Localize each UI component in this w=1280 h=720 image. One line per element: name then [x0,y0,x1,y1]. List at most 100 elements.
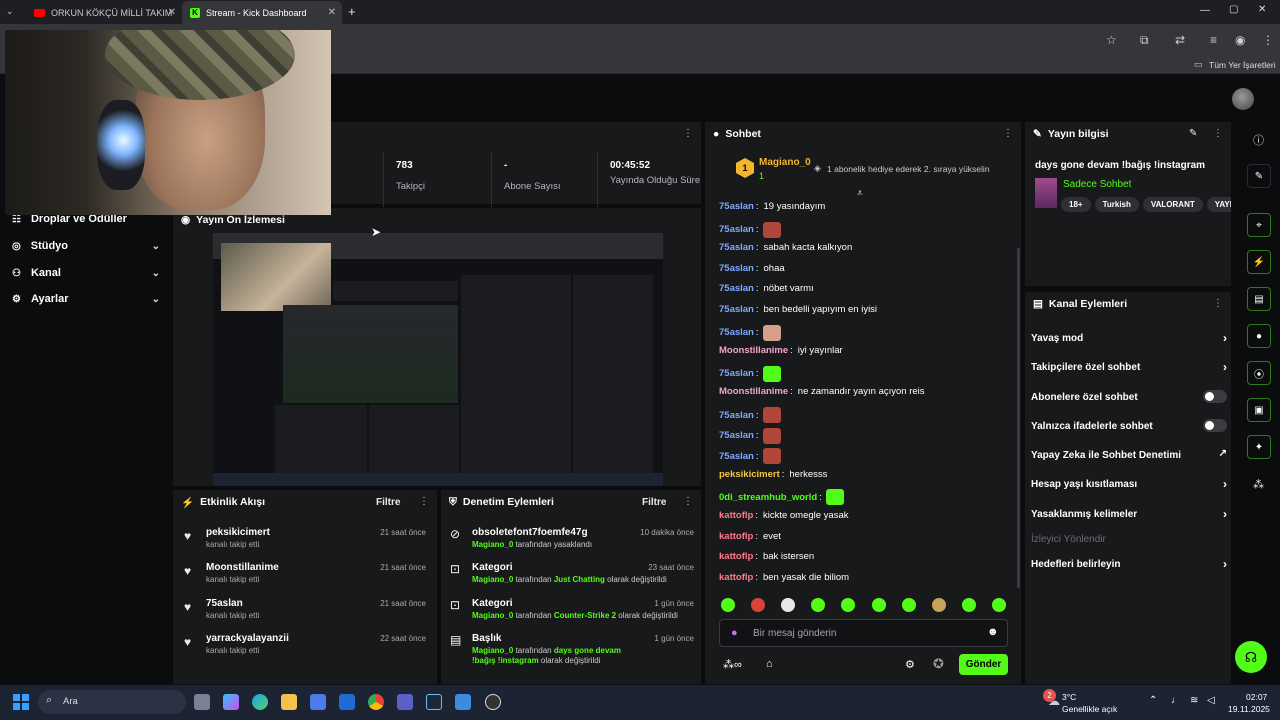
chat-username[interactable]: Moonstillanime [719,386,788,397]
chat-username[interactable]: 75aslan [719,368,754,379]
chat-scrollbar[interactable] [1017,248,1020,588]
minimize-icon[interactable]: — [1200,5,1210,16]
sidebar-item-studio[interactable]: ◎ Stüdyo ⌄ [12,240,160,252]
obs-icon[interactable] [485,694,501,710]
more-options-icon[interactable]: ⋮ [683,128,693,139]
clock-date[interactable]: 19.11.2025 [1228,704,1270,714]
rail-broadcast-button[interactable]: ⦿ [1247,361,1271,385]
photos-icon[interactable] [455,694,471,710]
channel-action-row[interactable]: Takipçilere özel sohbet › [1031,360,1227,374]
more-options-icon[interactable]: ⋮ [1213,298,1223,309]
channel-action-row[interactable]: Yasaklanmış kelimeler › [1031,507,1227,521]
maximize-icon[interactable]: ▢ [1229,4,1238,15]
new-tab-button[interactable]: + [348,4,356,19]
chat-username[interactable]: peksikicimert [719,469,780,480]
file-explorer-icon[interactable] [281,694,297,710]
clock-time[interactable]: 02:07 [1246,692,1267,702]
chat-input-box[interactable]: ● Bir mesaj gönderin ☻ [719,619,1008,647]
user-avatar[interactable] [1232,88,1254,110]
toggle-switch[interactable] [1203,390,1227,403]
quick-emote-button[interactable] [961,598,976,612]
close-window-icon[interactable]: ✕ [1258,4,1266,15]
copilot-icon[interactable] [223,694,239,710]
chat-input-placeholder[interactable]: Bir mesaj gönderin [753,628,836,639]
chat-username[interactable]: 75aslan [719,263,754,274]
moderation-actor[interactable]: Magiano_0 [472,540,513,549]
toggle-switch[interactable] [1203,419,1227,432]
profile-icon[interactable]: ◉ [1235,33,1245,47]
quick-emote-button[interactable] [721,598,735,612]
info-icon[interactable]: ⓘ [1253,132,1264,148]
support-chat-button[interactable]: ☊ [1235,641,1267,673]
channel-action-row[interactable]: Abonelere özel sohbet [1031,390,1227,403]
tab-close-icon[interactable]: ✕ [168,7,176,18]
quick-emote-button[interactable] [931,598,946,612]
teams-icon[interactable] [397,694,413,710]
activity-filter-button[interactable]: Filtre [376,497,400,508]
collapse-icon[interactable]: ⩡ [857,188,863,199]
more-options-icon[interactable]: ⋮ [419,496,429,507]
pinned-gift-banner[interactable]: 1 Magiano_0 1 ◈ 1 abonelik hediye ederek… [712,150,1014,199]
points-icon[interactable]: ⁂∞ [723,658,742,671]
edit-icon[interactable]: ✎ [1189,128,1197,139]
quick-emote-button[interactable] [901,598,916,612]
tab-search-dropdown[interactable]: ⌄ [6,6,14,17]
rail-chat-button[interactable]: ● [1247,324,1271,348]
chat-settings-icon[interactable]: ⚙ [905,658,915,671]
send-button[interactable]: Gönder [959,654,1008,675]
chat-username[interactable]: 75aslan [719,410,754,421]
tray-chevron-icon[interactable]: ⌃ [1149,695,1157,706]
edge-icon[interactable] [252,694,268,710]
wifi-icon[interactable]: ≋ [1190,695,1198,706]
quick-emote-button[interactable] [871,598,886,612]
channel-action-row[interactable]: Yavaş mod › [1031,331,1227,345]
mic-tray-icon[interactable]: ♩ [1171,695,1181,706]
chat-username[interactable]: kattoflp [719,531,753,542]
moderation-actor[interactable]: Magiano_0 [472,646,513,655]
media-icon[interactable]: ≡ [1210,33,1217,47]
taskview-icon[interactable] [194,694,210,710]
chat-username[interactable]: 75aslan [719,430,754,441]
more-options-icon[interactable]: ⋮ [1213,128,1223,139]
chat-username[interactable]: kattoflp [719,551,753,562]
store-icon[interactable]: ⌂ [766,658,773,670]
microphone-icon[interactable]: ● [731,627,738,639]
chat-username[interactable]: kattoflp [719,510,753,521]
rail-edit-button[interactable]: ✎ [1247,164,1271,188]
channel-action-row[interactable]: Yalnızca ifadelerle sohbet [1031,419,1227,432]
quick-emote-button[interactable] [751,598,766,612]
weather-icon[interactable]: ☁ [1048,694,1060,708]
pinned-user[interactable]: Magiano_0 [759,157,811,168]
chat-username[interactable]: 75aslan [719,304,754,315]
moderation-filter-button[interactable]: Filtre [642,497,666,508]
stream-preview-video[interactable] [213,233,663,486]
channel-action-row[interactable]: Hedefleri belirleyin › [1031,557,1227,571]
bookmark-star-icon[interactable]: ☆ [1106,33,1117,47]
sidebar-item-settings[interactable]: ⚙ Ayarlar ⌄ [12,293,160,305]
tab-kick-dashboard[interactable]: K Stream - Kick Dashboard ✕ [182,1,342,24]
rail-more-icon[interactable]: ⁂ [1253,478,1264,491]
more-options-icon[interactable]: ⋮ [1003,128,1013,139]
tab-close-icon[interactable]: ✕ [328,7,336,18]
chrome-icon[interactable] [368,694,384,710]
chat-username[interactable]: 75aslan [719,242,754,253]
moderator-icon[interactable]: ✪ [933,656,944,672]
extensions-icon[interactable]: ⧉ [1140,33,1149,48]
store-app-icon[interactable] [310,694,326,710]
all-bookmarks-link[interactable]: Tüm Yer İşaretleri [1209,60,1276,70]
chat-username[interactable]: kattoflp [719,572,753,583]
more-options-icon[interactable]: ⋮ [683,496,693,507]
taskbar-search[interactable]: ⌕ Ara [38,690,186,714]
volume-icon[interactable]: ◁ [1207,695,1215,706]
chat-username[interactable]: 0di_streamhub_world [719,492,817,503]
sidebar-item-channel[interactable]: ⚇ Kanal ⌄ [12,267,160,279]
moderation-actor[interactable]: Magiano_0 [472,575,513,584]
tab-youtube[interactable]: ORKUN KÖKÇÜ MİLLİ TAKIMDA ✕ [26,1,182,24]
start-button[interactable] [13,694,29,710]
menu-icon[interactable]: ⋮ [1262,33,1274,47]
rail-tools-button[interactable]: ✦ [1247,435,1271,459]
rail-notes-button[interactable]: ▤ [1247,287,1271,311]
chat-username[interactable]: 75aslan [719,327,754,338]
rail-target-button[interactable]: ⌖ [1247,213,1271,237]
chat-username[interactable]: 75aslan [719,283,754,294]
